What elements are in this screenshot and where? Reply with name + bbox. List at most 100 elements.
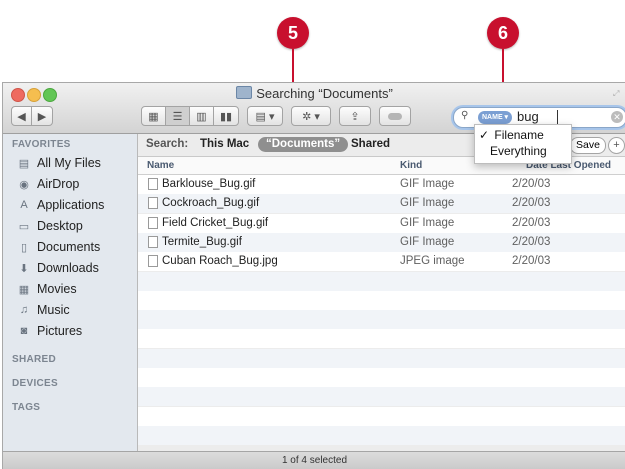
sidebar-item-label: Music: [37, 303, 70, 317]
table-row[interactable]: Cuban Roach_Bug.jpg JPEG image 2/20/03: [138, 252, 625, 272]
arrange-icon: ▤ ▾: [255, 110, 275, 123]
scope-documents[interactable]: “Documents”: [258, 137, 349, 152]
menu-item-label: Everything: [490, 144, 547, 158]
cell-date: 2/20/03: [512, 255, 551, 268]
image-file-icon: [148, 178, 158, 190]
cell-name: Cockroach_Bug.gif: [162, 197, 260, 210]
table-row[interactable]: Barklouse_Bug.gif GIF Image 2/20/03: [138, 175, 625, 194]
sidebar-item-applications[interactable]: A Applications: [3, 195, 137, 215]
sidebar-item-music[interactable]: ♫ Music: [3, 300, 137, 320]
fullscreen-icon[interactable]: ⤢: [613, 89, 622, 98]
sidebar-item-movies[interactable]: ▦ Movies: [3, 279, 137, 299]
clear-search-icon[interactable]: ✕: [611, 111, 623, 123]
back-forward-control[interactable]: ◀ ▶: [11, 106, 53, 126]
sidebar-item-desktop[interactable]: ▭ Desktop: [3, 216, 137, 236]
sidebar-header-tags[interactable]: TAGS: [12, 402, 40, 413]
menu-item-everything[interactable]: Everything: [490, 144, 570, 160]
search-attribute-menu: ✓ Filename Everything: [474, 124, 572, 164]
name-search-token[interactable]: NAME ▾: [478, 111, 513, 124]
forward-icon[interactable]: ▶: [32, 107, 52, 125]
all-files-icon: ▤: [18, 157, 30, 170]
action-button[interactable]: ✲ ▾: [291, 106, 331, 126]
coverflow-view-icon[interactable]: ▮▮: [214, 107, 238, 125]
sidebar-item-label: Documents: [37, 240, 101, 254]
cell-name: Termite_Bug.gif: [162, 235, 242, 248]
checkmark-icon: ✓: [479, 128, 490, 142]
sidebar-header-devices[interactable]: DEVICES: [12, 378, 58, 389]
documents-icon: ▯: [20, 241, 28, 254]
sidebar-item-label: Pictures: [37, 324, 83, 338]
empty-row: [138, 310, 625, 330]
tags-button[interactable]: [379, 106, 411, 126]
empty-row: [138, 406, 625, 426]
table-row[interactable]: Field Cricket_Bug.gif GIF Image 2/20/03: [138, 213, 625, 233]
scope-shared[interactable]: Shared: [351, 138, 390, 150]
list-view-icon[interactable]: ☰: [166, 107, 190, 125]
desktop-icon: ▭: [18, 220, 30, 233]
share-button[interactable]: ⇪: [339, 106, 371, 126]
cell-date: 2/20/03: [512, 178, 551, 190]
share-icon: ⇪: [350, 110, 360, 123]
sidebar-item-all-my-files[interactable]: ▤ All My Files: [3, 153, 137, 173]
column-header-kind[interactable]: Kind: [400, 160, 422, 171]
sidebar: FAVORITES ▤ All My Files ◉ AirDrop A Applic…: [3, 134, 138, 451]
empty-row: [138, 290, 625, 310]
sidebar-item-pictures[interactable]: ◙ Pictures: [3, 321, 137, 341]
search-query[interactable]: bug: [517, 109, 539, 124]
cell-kind: GIF Image: [400, 216, 455, 229]
table-row[interactable]: Cockroach_Bug.gif GIF Image 2/20/03: [138, 194, 625, 214]
column-view-icon[interactable]: ▥: [190, 107, 214, 125]
image-file-icon: [148, 216, 158, 229]
icon-view-icon[interactable]: ▦: [142, 107, 166, 125]
sidebar-item-label: Applications: [37, 198, 105, 212]
empty-row: [138, 348, 625, 368]
pictures-icon: ◙: [20, 325, 28, 337]
search-cursor: [557, 110, 558, 125]
sidebar-item-label: All My Files: [37, 156, 101, 170]
menu-item-label: Filename: [494, 128, 544, 142]
file-list: Name Kind Date Last Opened Barklouse_Bug…: [138, 157, 625, 451]
window-title: Searching “Documents”: [3, 86, 625, 101]
cell-date: 2/20/03: [512, 235, 551, 248]
callout-6-badge: 6: [487, 17, 519, 49]
empty-row: [138, 425, 625, 445]
cell-date: 2/20/03: [512, 197, 551, 210]
image-file-icon: [148, 255, 158, 268]
table-row[interactable]: Termite_Bug.gif GIF Image 2/20/03: [138, 232, 625, 252]
save-search-button[interactable]: Save: [570, 137, 606, 154]
sidebar-header-shared[interactable]: SHARED: [12, 354, 56, 365]
scope-label: Search:: [146, 138, 189, 150]
sidebar-item-downloads[interactable]: ⬇ Downloads: [3, 258, 137, 278]
cell-kind: JPEG image: [400, 255, 465, 268]
movies-icon: ▦: [18, 283, 30, 296]
status-bar: 1 of 4 selected: [3, 451, 625, 469]
sidebar-item-label: Desktop: [37, 219, 83, 233]
cell-date: 2/20/03: [512, 216, 551, 229]
sidebar-header-favorites: FAVORITES: [12, 139, 71, 150]
empty-row: [138, 271, 625, 291]
back-icon[interactable]: ◀: [12, 107, 33, 125]
add-criteria-button[interactable]: +: [608, 137, 625, 154]
cell-kind: GIF Image: [400, 235, 455, 248]
cell-name: Cuban Roach_Bug.jpg: [162, 255, 278, 268]
arrange-button[interactable]: ▤ ▾: [247, 106, 283, 126]
search-icon: ⚲: [461, 110, 469, 121]
airdrop-icon: ◉: [19, 178, 29, 191]
sidebar-item-airdrop[interactable]: ◉ AirDrop: [3, 174, 137, 194]
menu-item-filename[interactable]: ✓ Filename: [479, 128, 569, 144]
scope-this-mac[interactable]: This Mac: [200, 138, 249, 150]
view-mode-control[interactable]: ▦ ☰ ▥ ▮▮: [141, 106, 239, 126]
music-icon: ♫: [19, 304, 29, 316]
tag-icon: [388, 112, 402, 120]
gear-icon: ✲ ▾: [302, 110, 320, 123]
empty-row: [138, 368, 625, 387]
applications-icon: A: [20, 199, 28, 211]
cell-name: Field Cricket_Bug.gif: [162, 216, 269, 229]
column-header-name[interactable]: Name: [147, 160, 174, 171]
selection-status: 1 of 4 selected: [281, 455, 348, 466]
sidebar-item-documents[interactable]: ▯ Documents: [3, 237, 137, 257]
cell-kind: GIF Image: [400, 178, 455, 190]
folder-icon: [236, 86, 253, 99]
cell-name: Barklouse_Bug.gif: [162, 178, 256, 190]
window-title-text: Searching “Documents”: [256, 86, 393, 101]
